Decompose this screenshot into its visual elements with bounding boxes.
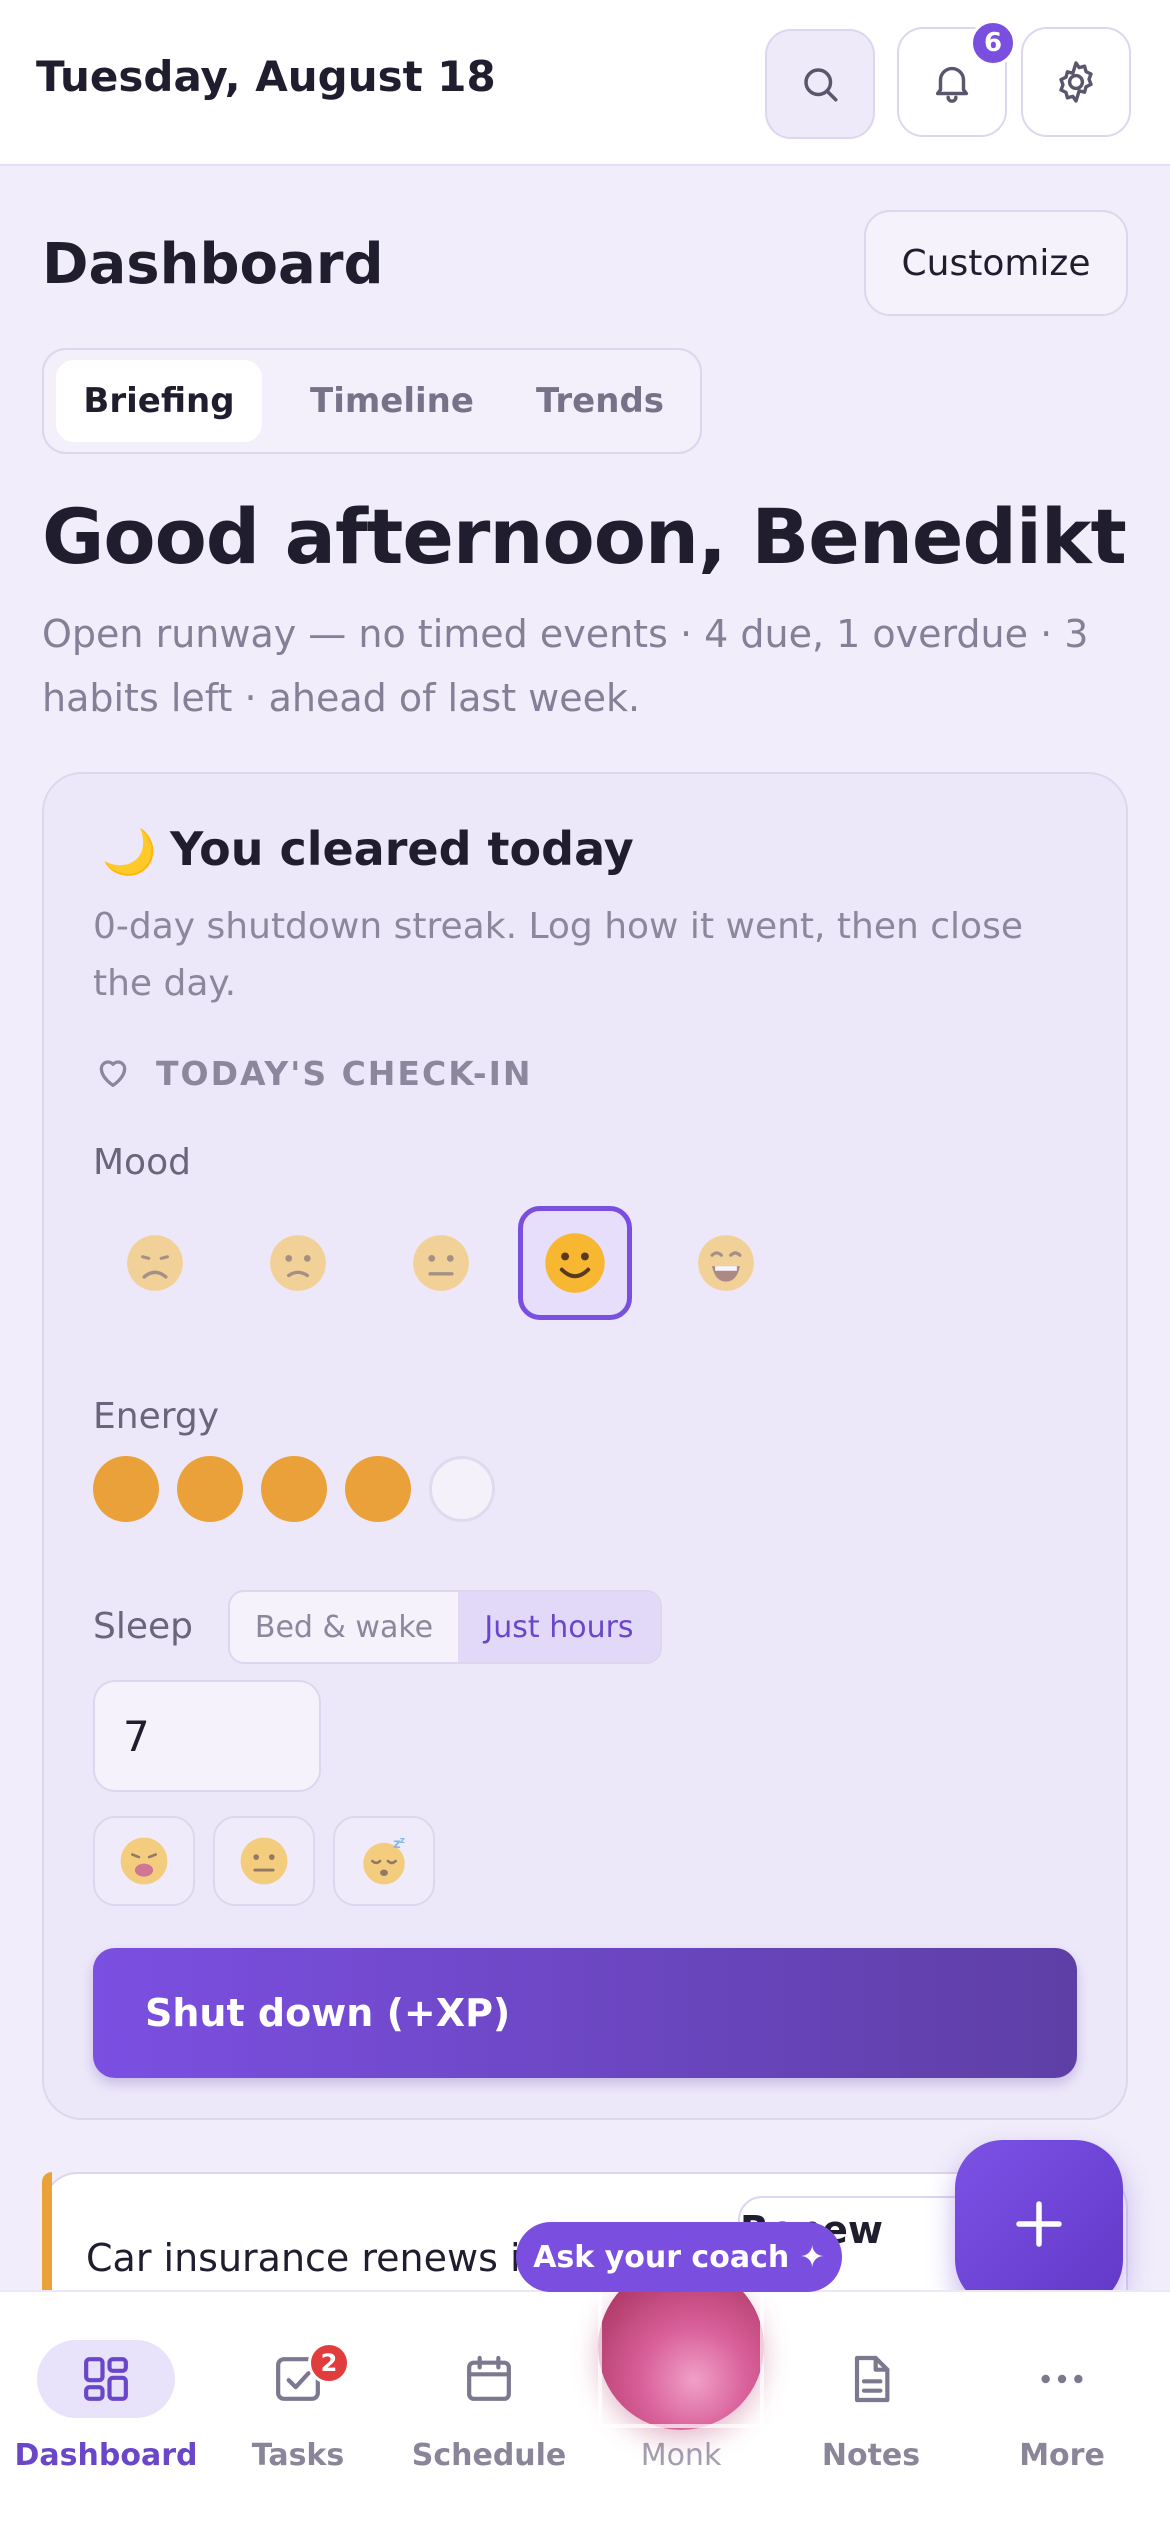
sleep-quality-neutral[interactable] bbox=[213, 1816, 315, 1906]
nav-label-monk: Monk bbox=[640, 2438, 722, 2473]
energy-dot-4[interactable] bbox=[345, 1456, 411, 1522]
very-happy-face-icon bbox=[698, 1235, 754, 1291]
energy-dot-2[interactable] bbox=[177, 1456, 243, 1522]
mood-option-happy[interactable] bbox=[518, 1206, 632, 1320]
sad-face-icon bbox=[270, 1235, 326, 1291]
mood-option-neutral[interactable] bbox=[384, 1206, 498, 1320]
nav-label-schedule: Schedule bbox=[411, 2438, 567, 2473]
nav-item-tasks[interactable]: Tasks bbox=[203, 2340, 393, 2490]
nav-label-notes: Notes bbox=[821, 2438, 921, 2473]
nav-item-schedule[interactable]: Schedule bbox=[394, 2340, 584, 2490]
energy-label: Energy bbox=[93, 1396, 220, 1437]
svg-text:z: z bbox=[400, 1836, 405, 1846]
tab-briefing[interactable]: Briefing bbox=[56, 360, 262, 442]
nav-label-dashboard: Dashboard bbox=[14, 2438, 198, 2473]
neutral-face-icon bbox=[240, 1837, 288, 1885]
energy-dot-1[interactable] bbox=[93, 1456, 159, 1522]
customize-button[interactable]: Customize bbox=[864, 210, 1128, 316]
page-title: Dashboard bbox=[42, 232, 384, 297]
mood-option-very-happy[interactable] bbox=[669, 1206, 783, 1320]
sleep-quality-sleepy[interactable]: zz bbox=[333, 1816, 435, 1906]
mood-label: Mood bbox=[93, 1142, 191, 1183]
gear-icon bbox=[1059, 61, 1093, 103]
nav-item-more[interactable]: More bbox=[967, 2340, 1157, 2490]
calendar-icon bbox=[467, 2355, 511, 2401]
sleep-quality-tired[interactable] bbox=[93, 1816, 195, 1906]
greeting-heading: Good afternoon, Benedikt bbox=[42, 492, 1127, 581]
sleep-hours-input[interactable]: 7 bbox=[93, 1680, 321, 1792]
sleep-mode-toggle: Bed & wake Just hours bbox=[228, 1590, 662, 1664]
add-fab-button[interactable] bbox=[955, 2140, 1123, 2308]
briefing-summary: Open runway — no timed events · 4 due, 1… bbox=[42, 612, 1089, 720]
neutral-face-icon bbox=[413, 1235, 469, 1291]
search-button[interactable] bbox=[765, 29, 875, 139]
card-title: You cleared today bbox=[170, 822, 634, 876]
document-icon bbox=[854, 2355, 890, 2403]
sleep-label: Sleep bbox=[93, 1606, 194, 1647]
nav-item-dashboard[interactable]: Dashboard bbox=[11, 2340, 201, 2490]
reminder-text: Car insurance renews in bbox=[86, 2236, 545, 2280]
mood-option-sad[interactable] bbox=[241, 1206, 355, 1320]
heart-icon bbox=[93, 1052, 133, 1096]
card-subtitle: 0-day shutdown streak. Log how it went, … bbox=[93, 906, 1023, 1004]
grid-icon bbox=[84, 2357, 128, 2401]
moon-icon: 🌙 bbox=[102, 827, 157, 878]
energy-dot-5[interactable] bbox=[429, 1456, 495, 1522]
checkin-section-label: TODAY'S CHECK-IN bbox=[156, 1054, 533, 1093]
energy-dot-3[interactable] bbox=[261, 1456, 327, 1522]
ellipsis-icon bbox=[1041, 2374, 1083, 2384]
date-title: Tuesday, August 18 bbox=[36, 52, 496, 101]
very-sad-face-icon bbox=[127, 1235, 183, 1291]
settings-button[interactable] bbox=[1021, 27, 1131, 137]
nav-item-notes[interactable]: Notes bbox=[776, 2340, 966, 2490]
plus-icon bbox=[1016, 2201, 1062, 2247]
tasks-count-badge: 2 bbox=[308, 2342, 350, 2384]
tab-timeline[interactable]: Timeline bbox=[282, 360, 502, 442]
sleep-mode-just-hours[interactable]: Just hours bbox=[458, 1592, 660, 1662]
shutdown-button[interactable]: Shut down (+XP) bbox=[93, 1948, 1077, 2078]
sleeping-face-icon: zz bbox=[363, 1836, 405, 1885]
view-tabs: Briefing Timeline Trends bbox=[42, 348, 702, 454]
mood-option-very-sad[interactable] bbox=[98, 1206, 212, 1320]
ask-coach-pill[interactable]: Ask your coach ✦ bbox=[516, 2222, 842, 2292]
bell-icon bbox=[935, 66, 969, 103]
sleep-mode-bed-wake[interactable]: Bed & wake bbox=[230, 1592, 458, 1662]
search-icon bbox=[804, 68, 838, 102]
tired-face-icon bbox=[120, 1837, 168, 1885]
happy-face-icon bbox=[545, 1233, 605, 1293]
nav-label-more: More bbox=[1019, 2438, 1105, 2473]
tab-trends[interactable]: Trends bbox=[510, 360, 690, 442]
nav-label-tasks: Tasks bbox=[251, 2438, 345, 2473]
notification-count-badge: 6 bbox=[970, 20, 1016, 66]
